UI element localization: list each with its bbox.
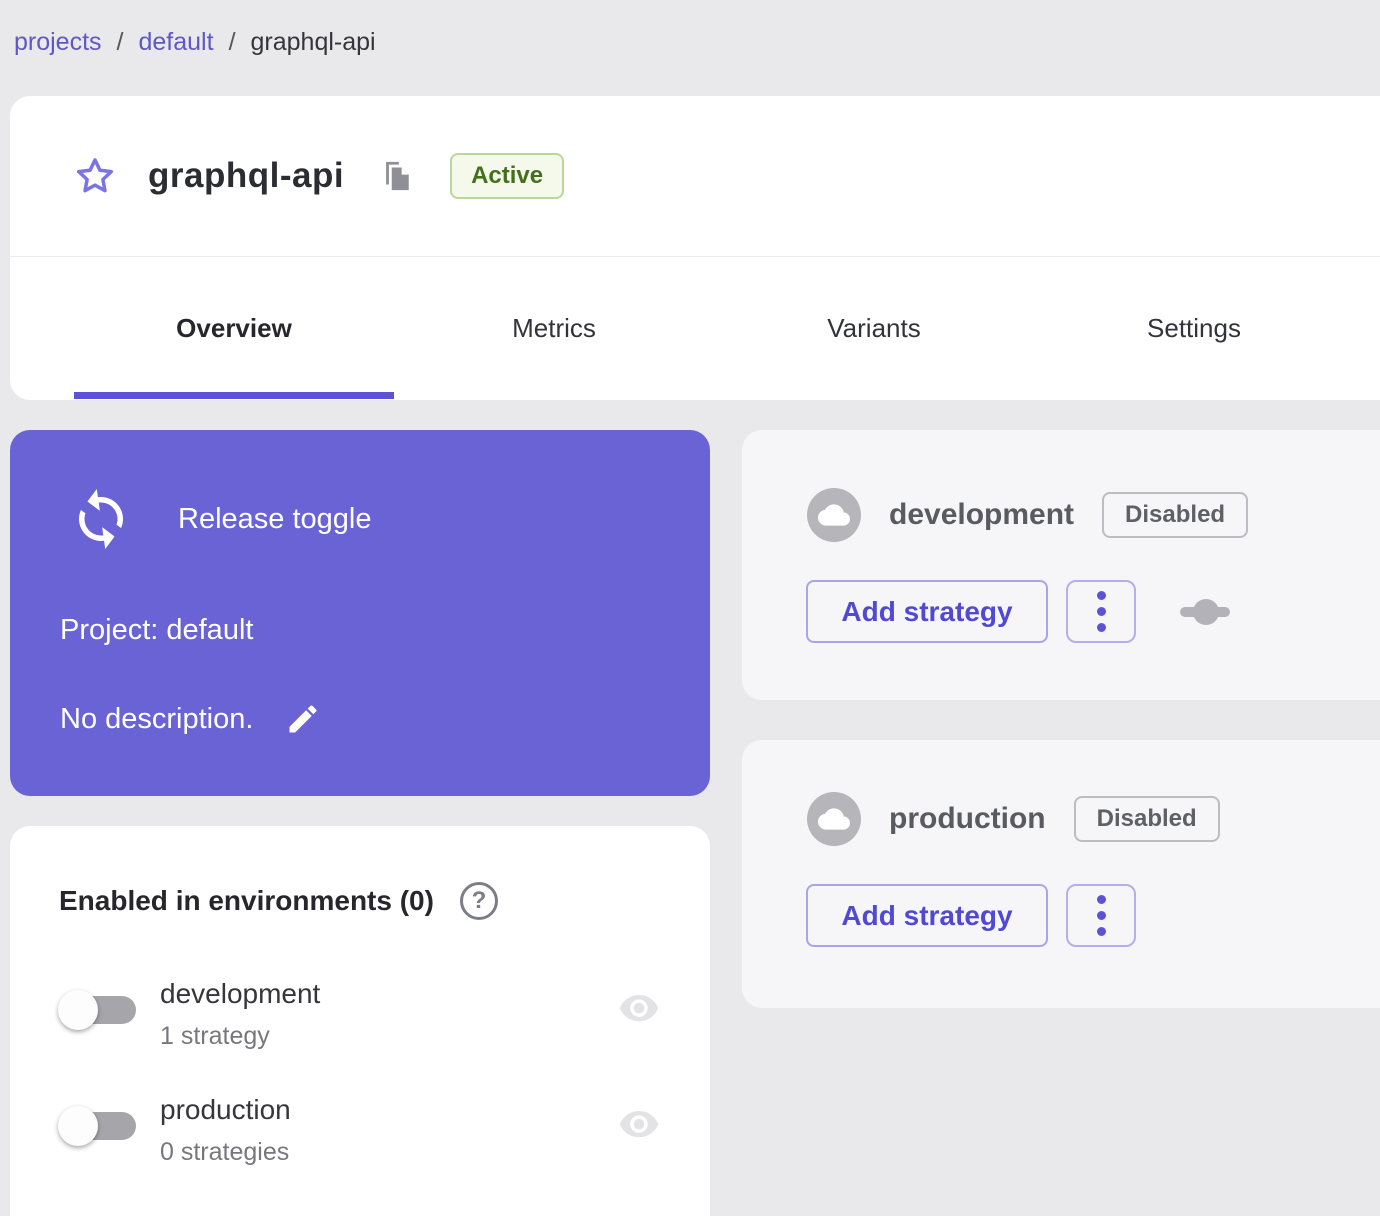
description-label: No description.: [60, 702, 254, 735]
feature-header-card: graphql-api Active Overview Metrics Vari…: [10, 96, 1380, 400]
environment-row-production: production 0 strategies: [50, 1092, 674, 1184]
edit-description-button[interactable]: [285, 701, 321, 737]
kebab-icon: [1096, 623, 1106, 632]
environment-card-actions: Add strategy: [806, 884, 1136, 947]
rollout-slider-icon: [1180, 598, 1230, 625]
eye-icon: [619, 1111, 659, 1138]
active-tab-indicator: [74, 392, 394, 399]
more-options-button[interactable]: [1066, 884, 1136, 947]
breadcrumb-projects[interactable]: projects: [14, 28, 102, 57]
enabled-environments-title-text: Enabled in environments (0): [59, 885, 434, 916]
page-title: graphql-api: [148, 156, 345, 195]
environment-status-badge: Disabled: [1073, 796, 1220, 842]
kebab-icon: [1096, 895, 1106, 904]
description-row: No description.: [60, 701, 321, 737]
feature-type-label: Release toggle: [178, 502, 372, 535]
help-icon[interactable]: ?: [459, 882, 498, 920]
environment-card-production: production Disabled Add strategy: [742, 740, 1380, 1008]
environment-avatar: [807, 488, 861, 542]
title-row: graphql-api Active: [10, 96, 1380, 257]
add-strategy-button[interactable]: Add strategy: [806, 884, 1048, 947]
visibility-button[interactable]: [618, 994, 660, 1024]
production-toggle[interactable]: [58, 1104, 138, 1148]
feature-overview-card: Release toggle Project: default No descr…: [10, 430, 710, 796]
kebab-icon: [1096, 911, 1106, 920]
tab-variants[interactable]: Variants: [714, 257, 1034, 399]
enabled-environments-title: Enabled in environments (0) ?: [59, 882, 498, 920]
environment-card-actions: Add strategy: [806, 580, 1230, 643]
more-options-button[interactable]: [1066, 580, 1136, 643]
add-strategy-button[interactable]: Add strategy: [806, 580, 1048, 643]
eye-icon: [619, 995, 659, 1022]
environment-card-name: production: [889, 802, 1046, 835]
kebab-icon: [1096, 607, 1106, 616]
environment-strategy-count: 0 strategies: [160, 1138, 290, 1166]
cloud-icon: [818, 504, 850, 526]
feature-type-row: Release toggle: [68, 486, 371, 552]
breadcrumb-separator: /: [228, 28, 236, 56]
release-toggle-icon: [79, 489, 123, 549]
rollout-slider-knob: [1193, 598, 1219, 625]
environment-row-development: development 1 strategy: [50, 976, 674, 1068]
breadcrumb-separator: /: [116, 28, 124, 56]
feature-toggle-page: projects / default / graphql-api graphql…: [0, 0, 1380, 1216]
tab-overview[interactable]: Overview: [74, 257, 394, 399]
copy-icon: [386, 161, 409, 191]
environment-status-badge: Disabled: [1102, 492, 1249, 538]
breadcrumb: projects / default / graphql-api: [14, 28, 376, 57]
kebab-icon: [1096, 927, 1106, 936]
tab-bar: Overview Metrics Variants Settings: [10, 257, 1380, 399]
kebab-icon: [1096, 591, 1106, 600]
toggle-knob: [58, 1106, 98, 1146]
pencil-icon: [289, 705, 317, 733]
breadcrumb-current: graphql-api: [250, 28, 376, 56]
development-toggle[interactable]: [58, 988, 138, 1032]
environment-card-header: development Disabled: [807, 488, 1249, 542]
environment-card-development: development Disabled Add strategy: [742, 430, 1380, 700]
cloud-icon: [818, 808, 850, 830]
environment-name: production: [160, 1094, 291, 1125]
status-badge: Active: [450, 153, 565, 199]
tab-settings[interactable]: Settings: [1034, 257, 1354, 399]
copy-name-button[interactable]: [378, 156, 414, 196]
visibility-button[interactable]: [618, 1110, 660, 1140]
environment-strategy-count: 1 strategy: [160, 1022, 270, 1050]
breadcrumb-project-default[interactable]: default: [139, 28, 214, 57]
environment-avatar: [807, 792, 861, 846]
favorite-button[interactable]: [74, 155, 116, 197]
toggle-knob: [58, 990, 98, 1030]
enabled-environments-panel: Enabled in environments (0) ? developmen…: [10, 826, 710, 1216]
tab-metrics[interactable]: Metrics: [394, 257, 714, 399]
environment-card-name: development: [889, 498, 1075, 531]
star-icon: [76, 158, 114, 193]
environment-card-header: production Disabled: [807, 792, 1220, 846]
environment-name: development: [160, 978, 321, 1009]
project-label: Project: default: [60, 614, 254, 646]
